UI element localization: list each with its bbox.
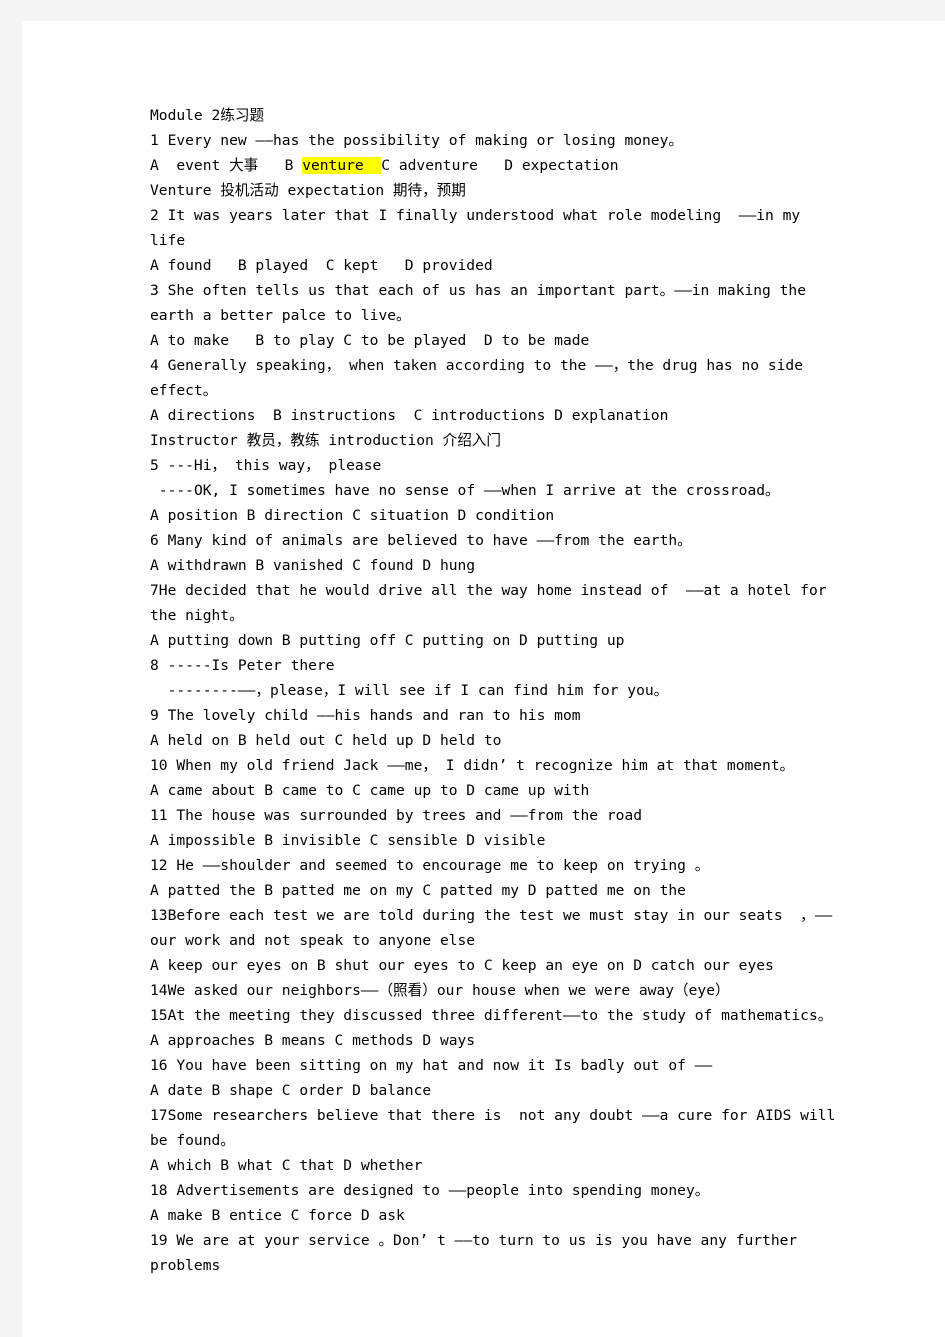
question-18-options: A make B entice C force D ask — [150, 1207, 405, 1224]
question-9-options: A held on B held out C held up D held to — [150, 732, 502, 749]
question-6-options: A withdrawn B vanished C found D hung — [150, 557, 476, 574]
question-2-stem: 2 It was years later that I finally unde… — [150, 207, 809, 249]
document-page: Module 2练习题 1 Every new ——has the possib… — [22, 21, 945, 1337]
question-15-options: A approaches B means C methods D ways — [150, 1032, 476, 1049]
question-13-options: A keep our eyes on B shut our eyes to C … — [150, 957, 774, 974]
document-title-line: Module 2练习题 — [150, 107, 265, 124]
document-body: Module 2练习题 1 Every new ——has the possib… — [150, 103, 840, 1278]
question-17-options: A which B what C that D whether — [150, 1157, 423, 1174]
question-18-stem: 18 Advertisements are designed to ——peop… — [150, 1182, 710, 1199]
question-1-stem: 1 Every new ——has the possibility of mak… — [150, 132, 683, 149]
question-1-options-post: C adventure D expectation — [381, 157, 619, 174]
question-10-options: A came about B came to C came up to D ca… — [150, 782, 590, 799]
highlighted-answer-venture: venture — [302, 157, 382, 174]
question-4-stem: 4 Generally speaking， when taken accordi… — [150, 357, 812, 399]
question-3-options: A to make B to play C to be played D to … — [150, 332, 590, 349]
question-14-stem: 14We asked our neighbors——（照看）our house … — [150, 982, 730, 999]
question-5-options: A position B direction C situation D con… — [150, 507, 555, 524]
question-15-stem: 15At the meeting they discussed three di… — [150, 1007, 833, 1024]
question-11-options: A impossible B invisible C sensible D vi… — [150, 832, 546, 849]
question-16-stem: 16 You have been sitting on my hat and n… — [150, 1057, 713, 1074]
question-10-stem: 10 When my old friend Jack ——me， I didn’… — [150, 757, 795, 774]
question-8-stem-first: 8 -----Is Peter there — [150, 657, 335, 674]
question-1-vocab-note: Venture 投机活动 expectation 期待，预期 — [150, 182, 466, 199]
question-1-options-pre: A event 大事 B — [150, 157, 303, 174]
question-4-vocab-note: Instructor 教员，教练 introduction 介绍入门 — [150, 432, 501, 449]
question-2-options: A found B played C kept D provided — [150, 257, 493, 274]
question-3-stem: 3 She often tells us that each of us has… — [150, 282, 815, 324]
question-5-stem-second: ----OK, I sometimes have no sense of ——w… — [150, 482, 780, 499]
question-8-stem-second: --------——，please，I will see if I can fi… — [150, 682, 669, 699]
question-12-stem: 12 He ——shoulder and seemed to encourage… — [150, 857, 710, 874]
question-7-options: A putting down B putting off C putting o… — [150, 632, 625, 649]
question-9-stem: 9 The lovely child ——his hands and ran t… — [150, 707, 581, 724]
question-11-stem: 11 The house was surrounded by trees and… — [150, 807, 643, 824]
question-16-options: A date B shape C order D balance — [150, 1082, 432, 1099]
question-6-stem: 6 Many kind of animals are believed to h… — [150, 532, 692, 549]
question-4-options: A directions B instructions C introducti… — [150, 407, 669, 424]
question-1-options: A event 大事 B venture C adventure D expec… — [150, 153, 840, 178]
question-19-stem: 19 We are at your service 。Don’ t ——to t… — [150, 1232, 806, 1274]
question-17-stem: 17Some researchers believe that there is… — [150, 1107, 845, 1149]
question-13-stem: 13Before each test we are told during th… — [150, 907, 833, 949]
question-7-stem: 7He decided that he would drive all the … — [150, 582, 836, 624]
question-12-options: A patted the B patted me on my C patted … — [150, 882, 686, 899]
question-5-stem-first: 5 ---Hi， this way， please — [150, 457, 382, 474]
